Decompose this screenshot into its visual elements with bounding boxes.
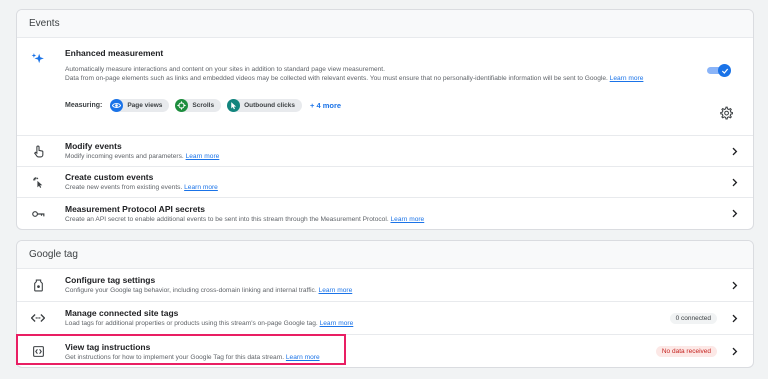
chip-page-views-label: Page views bbox=[127, 102, 163, 109]
google-tag-header: Google tag bbox=[17, 241, 753, 269]
manage-connected-site-tags-row[interactable]: Manage connected site tags Load tags for… bbox=[17, 302, 753, 335]
gear-icon[interactable] bbox=[719, 106, 733, 120]
manage-connected-site-tags-learn-more[interactable]: Learn more bbox=[320, 320, 354, 327]
events-card: Events Enhanced measurement Automaticall… bbox=[16, 9, 754, 230]
chevron-right-icon bbox=[727, 278, 741, 292]
measuring-label: Measuring: bbox=[65, 102, 103, 109]
measurement-protocol-sub: Create an API secret to enable additiona… bbox=[65, 215, 389, 223]
touch-icon bbox=[29, 142, 47, 160]
create-custom-events-sub: Create new events from existing events. bbox=[65, 184, 183, 191]
enhanced-title: Enhanced measurement bbox=[65, 48, 164, 58]
view-tag-instructions-sub: Get instructions for how to implement yo… bbox=[65, 353, 285, 361]
no-data-badge: No data received bbox=[655, 346, 717, 357]
create-custom-events-row[interactable]: Create custom events Create new events f… bbox=[17, 167, 753, 198]
configure-tag-settings-row[interactable]: Configure tag settings Configure your Go… bbox=[17, 269, 753, 302]
code-file-icon bbox=[29, 343, 47, 361]
code-arrows-icon bbox=[29, 309, 47, 327]
create-custom-events-title: Create custom events bbox=[65, 172, 154, 182]
measurement-protocol-learn-more[interactable]: Learn more bbox=[391, 216, 425, 223]
tag-settings-icon bbox=[29, 276, 47, 294]
chevron-right-icon bbox=[727, 345, 741, 359]
modify-events-learn-more[interactable]: Learn more bbox=[186, 153, 220, 160]
chip-page-views[interactable]: Page views bbox=[110, 99, 170, 112]
create-custom-events-learn-more[interactable]: Learn more bbox=[184, 184, 218, 191]
view-tag-instructions-row[interactable]: View tag instructions Get instructions f… bbox=[17, 335, 753, 367]
view-tag-instructions-title: View tag instructions bbox=[65, 341, 151, 352]
click-sparkle-icon bbox=[29, 173, 47, 191]
measuring-row: Measuring: Page views Scrolls Outbound c… bbox=[65, 99, 741, 112]
chip-outbound-clicks-label: Outbound clicks bbox=[244, 102, 296, 109]
key-icon bbox=[29, 205, 47, 223]
enhanced-measurement-row: Enhanced measurement Automatically measu… bbox=[17, 38, 753, 136]
configure-tag-settings-learn-more[interactable]: Learn more bbox=[319, 287, 353, 294]
measurement-protocol-title: Measurement Protocol API secrets bbox=[65, 203, 205, 214]
configure-tag-settings-sub: Configure your Google tag behavior, incl… bbox=[65, 287, 317, 294]
chip-outbound-clicks[interactable]: Outbound clicks bbox=[227, 99, 303, 112]
chevron-right-icon bbox=[727, 207, 741, 221]
chevron-right-icon bbox=[727, 311, 741, 325]
modify-events-row[interactable]: Modify events Modify incoming events and… bbox=[17, 136, 753, 167]
chevron-right-icon bbox=[727, 175, 741, 189]
measurement-protocol-row[interactable]: Measurement Protocol API secrets Create … bbox=[17, 198, 753, 229]
google-tag-card: Google tag Configure tag settings Config… bbox=[16, 240, 754, 368]
chevron-right-icon bbox=[727, 144, 741, 158]
enhanced-desc-1: Automatically measure interactions and c… bbox=[65, 66, 385, 73]
pointer-icon bbox=[227, 99, 241, 112]
connected-count-badge: 0 connected bbox=[669, 312, 717, 324]
eye-icon bbox=[110, 99, 124, 112]
check-icon bbox=[718, 64, 731, 77]
crosshair-icon bbox=[175, 99, 189, 112]
manage-connected-site-tags-title: Manage connected site tags bbox=[65, 308, 179, 318]
sparkle-icon bbox=[29, 50, 47, 68]
chip-scrolls-label: Scrolls bbox=[192, 102, 215, 109]
enhanced-measurement-toggle[interactable] bbox=[707, 64, 731, 77]
modify-events-sub: Modify incoming events and parameters. bbox=[65, 153, 184, 160]
enhanced-desc-2-wrap: Data from on-page elements such as links… bbox=[65, 74, 741, 83]
view-tag-instructions-learn-more[interactable]: Learn more bbox=[286, 354, 320, 361]
enhanced-desc-2: Data from on-page elements such as links… bbox=[65, 75, 608, 82]
events-header: Events bbox=[17, 10, 753, 38]
modify-events-title: Modify events bbox=[65, 141, 122, 151]
more-measures-link[interactable]: + 4 more bbox=[310, 101, 341, 110]
chip-scrolls[interactable]: Scrolls bbox=[175, 99, 222, 112]
configure-tag-settings-title: Configure tag settings bbox=[65, 275, 156, 285]
manage-connected-site-tags-sub: Load tags for additional properties or p… bbox=[65, 320, 318, 327]
enhanced-learn-more-link[interactable]: Learn more bbox=[610, 75, 644, 82]
